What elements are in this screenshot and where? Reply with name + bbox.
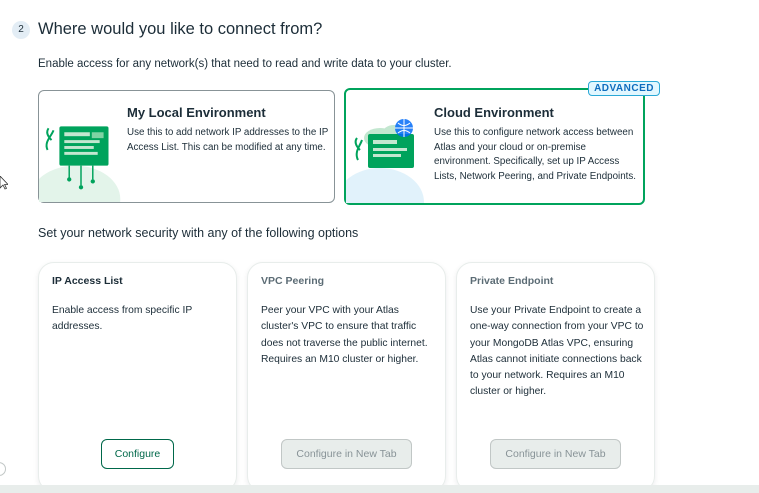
option-title: IP Access List (52, 275, 123, 287)
option-card-private-endpoint: Private Endpoint Use your Private Endpoi… (456, 262, 655, 492)
env-local-body: Use this to add network IP addresses to … (127, 127, 329, 153)
step-number: 2 (12, 20, 30, 39)
laptop-network-icon (39, 126, 121, 202)
configure-button[interactable]: Configure (101, 439, 174, 469)
env-card-cloud[interactable]: ADVANCED Cloud Environment Use this to c… (344, 81, 660, 205)
step-header: 2 Where would you like to connect from? (12, 20, 322, 39)
option-card-ip-access-list: IP Access List Enable access from specif… (38, 262, 237, 492)
option-description: Peer your VPC with your Atlas cluster's … (261, 305, 428, 365)
option-title: Private Endpoint (470, 275, 554, 287)
option-title: VPC Peering (261, 275, 325, 287)
option-description: Enable access from specific IP addresses… (52, 305, 193, 333)
option-card-vpc-peering: VPC Peering Peer your VPC with your Atla… (247, 262, 446, 492)
scroll-handle-icon[interactable] (0, 462, 6, 476)
cloud-globe-icon (346, 119, 424, 203)
env-cloud-title: Cloud Environment (434, 105, 554, 120)
env-cloud-body: Use this to configure network access bet… (434, 127, 637, 182)
horizontal-scrollbar[interactable] (0, 485, 759, 493)
advanced-badge: ADVANCED (588, 81, 660, 96)
mouse-cursor-icon (0, 176, 8, 190)
option-description: Use your Private Endpoint to create a on… (470, 305, 644, 398)
env-card-local[interactable]: My Local Environment Use this to add net… (38, 90, 335, 203)
env-local-title: My Local Environment (127, 105, 266, 120)
configure-in-new-tab-button[interactable]: Configure in New Tab (490, 439, 621, 469)
step-description: Enable access for any network(s) that ne… (38, 58, 452, 70)
page-title: Where would you like to connect from? (38, 20, 323, 38)
env-cloud-text: Cloud Environment Use this to configure … (434, 105, 639, 184)
env-local-text: My Local Environment Use this to add net… (127, 105, 332, 155)
security-section-title: Set your network security with any of th… (38, 226, 359, 240)
configure-in-new-tab-button[interactable]: Configure in New Tab (281, 439, 412, 469)
